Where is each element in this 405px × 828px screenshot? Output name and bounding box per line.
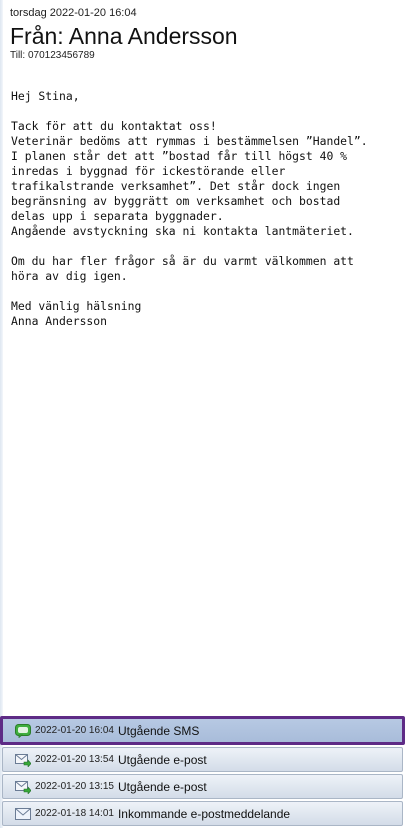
history-item-time: 2022-01-20 16:04 [35, 725, 114, 736]
message-date: torsdag 2022-01-20 16:04 [10, 7, 137, 19]
history-item[interactable]: 2022-01-20 13:54 Utgående e-post [2, 747, 403, 772]
history-item-time: 2022-01-18 14:01 [35, 808, 114, 819]
body-line: delas upp i separata byggnader. [11, 209, 224, 223]
body-line: inredas i byggnad för ickestörande eller [11, 164, 286, 178]
outgoing-email-icon [15, 780, 32, 795]
body-line: Tack för att du kontaktat oss! [11, 119, 217, 133]
body-line: höra av dig igen. [11, 269, 128, 283]
message-history-list: 2022-01-20 16:04 Utgående SMS 2022-01-20 1… [0, 716, 405, 828]
message-recipient: Till: 070123456789 [10, 50, 95, 61]
history-item-time: 2022-01-20 13:15 [35, 781, 114, 792]
body-line: Om du har fler frågor så är du varmt väl… [11, 254, 354, 268]
history-item-label: Utgående e-post [117, 752, 207, 767]
body-line: Med vänlig hälsning [11, 299, 142, 313]
history-item-label: Utgående SMS [117, 723, 200, 738]
body-line: trafikalstrande verksamhet”. Det står do… [11, 179, 341, 193]
history-item[interactable]: 2022-01-20 13:15 Utgående e-post [2, 774, 403, 799]
body-line: Anna Andersson [11, 314, 108, 328]
body-line: Hej Stina, [11, 89, 80, 103]
body-line: Angående avstyckning ska ni kontakta lan… [11, 224, 354, 238]
body-line: Veterinär bedöms att rymmas i bestämmels… [11, 134, 368, 148]
message-body: Hej Stina, Tack för att du kontaktat oss!… [11, 89, 399, 329]
history-item[interactable]: 2022-01-18 14:01 Inkommande e-postmeddela… [2, 801, 403, 826]
history-item[interactable]: 2022-01-20 16:04 Utgående SMS [0, 716, 405, 745]
message-header: torsdag 2022-01-20 16:04 Från: Anna Ande… [10, 6, 399, 62]
message-sender: Från: Anna Andersson [10, 23, 238, 49]
body-line: I planen står det att ”bostad får till h… [11, 149, 348, 163]
body-blank-line [11, 284, 399, 299]
outgoing-email-icon [15, 753, 32, 768]
history-item-label: Inkommande e-postmeddelande [117, 806, 291, 821]
incoming-email-icon [15, 807, 31, 821]
body-blank-line [11, 104, 399, 119]
history-item-time: 2022-01-20 13:54 [35, 754, 114, 765]
body-blank-line [11, 239, 399, 254]
sms-icon [15, 723, 31, 738]
left-panel-edge [0, 0, 3, 828]
history-item-label: Utgående e-post [117, 779, 207, 794]
body-line: begränsning av byggrätt om verksamhet oc… [11, 194, 341, 208]
